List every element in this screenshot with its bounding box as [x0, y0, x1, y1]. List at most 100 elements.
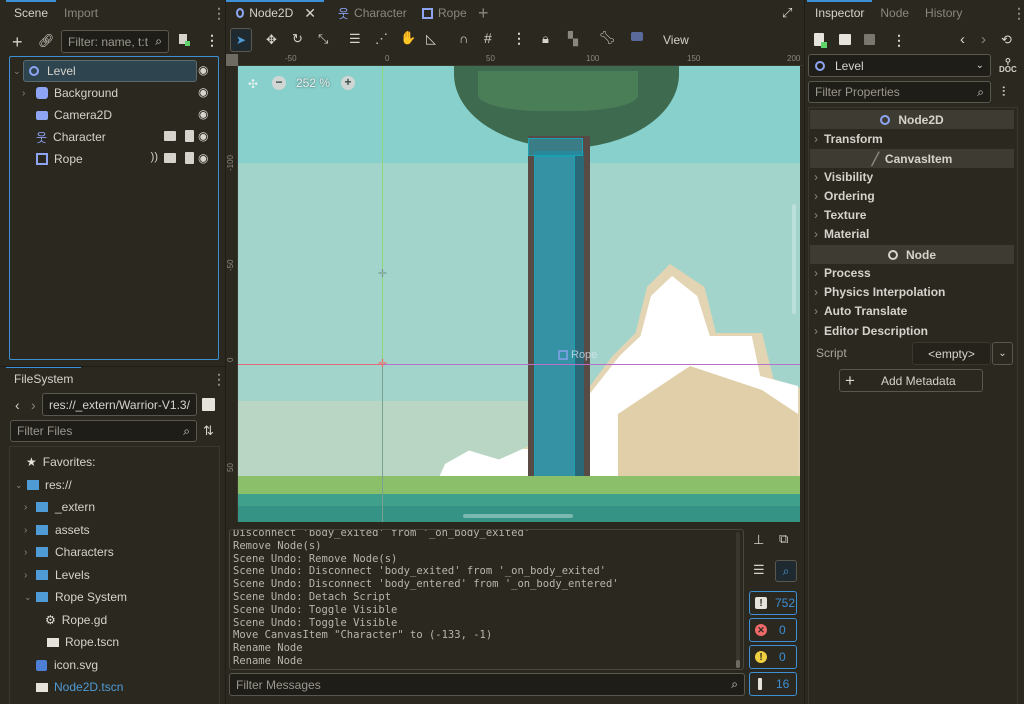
- tab-history[interactable]: History: [917, 0, 970, 26]
- tab-filesystem[interactable]: FileSystem: [6, 366, 82, 392]
- view-menu[interactable]: View: [663, 33, 689, 47]
- clear-output-icon[interactable]: ⊥: [753, 532, 764, 548]
- collapse-duplicates-icon[interactable]: ☰: [753, 562, 765, 578]
- path-input[interactable]: res://_extern/Warrior-V1.3/: [42, 393, 197, 416]
- expand-arrow-icon[interactable]: ›: [22, 88, 36, 99]
- collapse-arrow-icon[interactable]: ⌄: [24, 592, 36, 603]
- list-select-icon[interactable]: ☰: [349, 31, 361, 47]
- property-group-visibility[interactable]: › Visibility: [814, 167, 873, 186]
- property-group-physics-interpolation[interactable]: › Physics Interpolation: [814, 282, 945, 301]
- forward-icon[interactable]: ›: [31, 397, 36, 413]
- file-row[interactable]: ⚙ Rope.gd: [10, 609, 107, 631]
- filter-properties-input[interactable]: Filter Properties ⌕: [808, 81, 991, 103]
- file-row[interactable]: Node2D.tscn: [10, 676, 123, 698]
- viewport-2d[interactable]: -50 0 50 100 150 200 -100 -50 0 50 ✛ ✛ R…: [226, 54, 804, 522]
- property-group-material[interactable]: › Material: [814, 224, 869, 243]
- scene-instance-icon[interactable]: [164, 153, 176, 163]
- property-group-process[interactable]: › Process: [814, 263, 871, 282]
- pan-tool-icon[interactable]: ✋: [400, 30, 416, 46]
- script-value-field[interactable]: <empty>: [912, 342, 991, 365]
- zoom-level[interactable]: 252 %: [296, 76, 330, 90]
- log-scrollbar[interactable]: [736, 532, 740, 668]
- favorites-row[interactable]: ★ Favorites:: [10, 451, 95, 473]
- visibility-eye-icon[interactable]: ◉: [198, 63, 214, 79]
- property-options-icon[interactable]: ⫶: [1002, 84, 1005, 100]
- horizontal-scrollbar[interactable]: [463, 514, 573, 518]
- file-row[interactable]: › Characters: [10, 541, 114, 563]
- attach-script-icon[interactable]: [177, 32, 191, 48]
- open-docs-icon[interactable]: ⚲ DOC: [999, 58, 1017, 74]
- split-mode-icon[interactable]: [202, 398, 215, 411]
- add-node-icon[interactable]: +: [12, 32, 23, 53]
- open-resource-icon[interactable]: [839, 34, 851, 45]
- visibility-eye-icon[interactable]: ◉: [198, 151, 214, 167]
- object-history-icon[interactable]: ⟲: [1001, 32, 1012, 48]
- errors-filter-button[interactable]: ✕ 0: [749, 618, 797, 642]
- snap-options-icon[interactable]: ⋮: [512, 30, 526, 47]
- property-group-transform[interactable]: › Transform: [814, 129, 883, 148]
- group-icon[interactable]: ▚: [568, 31, 578, 47]
- save-resource-icon[interactable]: [864, 34, 875, 45]
- pivot-tool-icon[interactable]: ⋰: [375, 31, 388, 47]
- property-group-ordering[interactable]: › Ordering: [814, 186, 875, 205]
- sort-icon[interactable]: ⇅: [203, 423, 214, 439]
- scene-options-icon[interactable]: ⋮: [205, 32, 219, 49]
- editor-messages-filter-button[interactable]: 16: [749, 672, 797, 696]
- file-row[interactable]: ⌄ Rope System: [10, 586, 127, 608]
- select-tool-button[interactable]: ➤: [230, 28, 252, 52]
- distraction-free-icon[interactable]: ⤢: [782, 5, 792, 21]
- scale-tool-icon[interactable]: ⤡: [318, 31, 328, 47]
- scene-instance-icon[interactable]: [164, 131, 176, 141]
- file-row[interactable]: › _extern: [10, 496, 95, 518]
- vertical-ruler[interactable]: -100 -50 0 50: [226, 66, 238, 522]
- tree-row-camera2d[interactable]: Camera2D ◉: [10, 104, 218, 126]
- close-icon[interactable]: ✕: [304, 5, 316, 22]
- tab-node2d[interactable]: Node2D ✕: [226, 0, 324, 26]
- collapse-arrow-icon[interactable]: ⌄: [15, 480, 27, 491]
- grid-snap-icon[interactable]: #: [484, 30, 492, 46]
- filter-messages-input[interactable]: Filter Messages ⌕: [229, 673, 745, 696]
- tab-rope[interactable]: Rope: [414, 0, 475, 26]
- tree-row-background[interactable]: › Background ◉: [10, 82, 218, 104]
- expand-arrow-icon[interactable]: ›: [24, 502, 36, 513]
- node-selector[interactable]: Level ⌄: [808, 54, 991, 77]
- horizontal-ruler[interactable]: -50 0 50 100 150 200: [238, 54, 804, 66]
- canvas[interactable]: ✛ ✛ Rope ✣ − 252 % +: [238, 66, 800, 522]
- script-dropdown-button[interactable]: ⌄: [992, 342, 1013, 365]
- file-row[interactable]: icon.svg: [10, 654, 98, 676]
- expand-arrow-icon[interactable]: ›: [24, 525, 36, 536]
- copy-output-icon[interactable]: ⧉: [779, 531, 788, 547]
- script-icon[interactable]: [185, 130, 194, 142]
- add-metadata-button[interactable]: + Add Metadata: [839, 369, 983, 392]
- property-group-texture[interactable]: › Texture: [814, 205, 866, 224]
- history-forward-icon[interactable]: ›: [981, 31, 986, 48]
- property-group-auto-translate[interactable]: › Auto Translate: [814, 301, 907, 320]
- bone-icon[interactable]: 🦴︎: [599, 30, 616, 46]
- history-back-icon[interactable]: ‹: [960, 31, 965, 48]
- warnings-filter-button[interactable]: ! 0: [749, 645, 797, 669]
- file-row[interactable]: ⌄ res://: [10, 474, 72, 496]
- messages-filter-button[interactable]: ! 752: [749, 591, 797, 615]
- tab-scene[interactable]: Scene: [6, 0, 57, 26]
- move-tool-icon[interactable]: ✥: [266, 32, 277, 48]
- file-row[interactable]: Rope.tscn: [10, 631, 119, 653]
- filter-files-input[interactable]: Filter Files ⌕: [10, 420, 197, 442]
- tab-character[interactable]: 웃 Character: [330, 0, 415, 26]
- expand-arrow-icon[interactable]: ›: [24, 570, 36, 581]
- scene-filter-input[interactable]: Filter: name, t:t ⌕: [61, 30, 169, 53]
- tree-row-level[interactable]: ⌄ Level ◉: [10, 60, 218, 82]
- resource-options-icon[interactable]: ⋮: [892, 32, 906, 49]
- tab-node[interactable]: Node: [872, 0, 917, 26]
- tab-import[interactable]: Import: [56, 0, 106, 26]
- smart-snap-icon[interactable]: ∩: [459, 31, 468, 46]
- zoom-out-button[interactable]: −: [272, 76, 286, 90]
- filesystem-menu-icon[interactable]: ⋮: [212, 371, 226, 388]
- file-row[interactable]: › Levels: [10, 564, 90, 586]
- lock-icon[interactable]: 🔒︎: [542, 31, 549, 47]
- visibility-eye-icon[interactable]: ◉: [198, 129, 214, 145]
- search-toggle-button[interactable]: ⌕: [775, 560, 797, 582]
- add-tab-icon[interactable]: +: [478, 3, 489, 24]
- center-view-icon[interactable]: ✣: [248, 77, 258, 91]
- tree-row-rope[interactable]: Rope )) ◉: [10, 148, 218, 170]
- vertical-scrollbar[interactable]: [792, 204, 796, 314]
